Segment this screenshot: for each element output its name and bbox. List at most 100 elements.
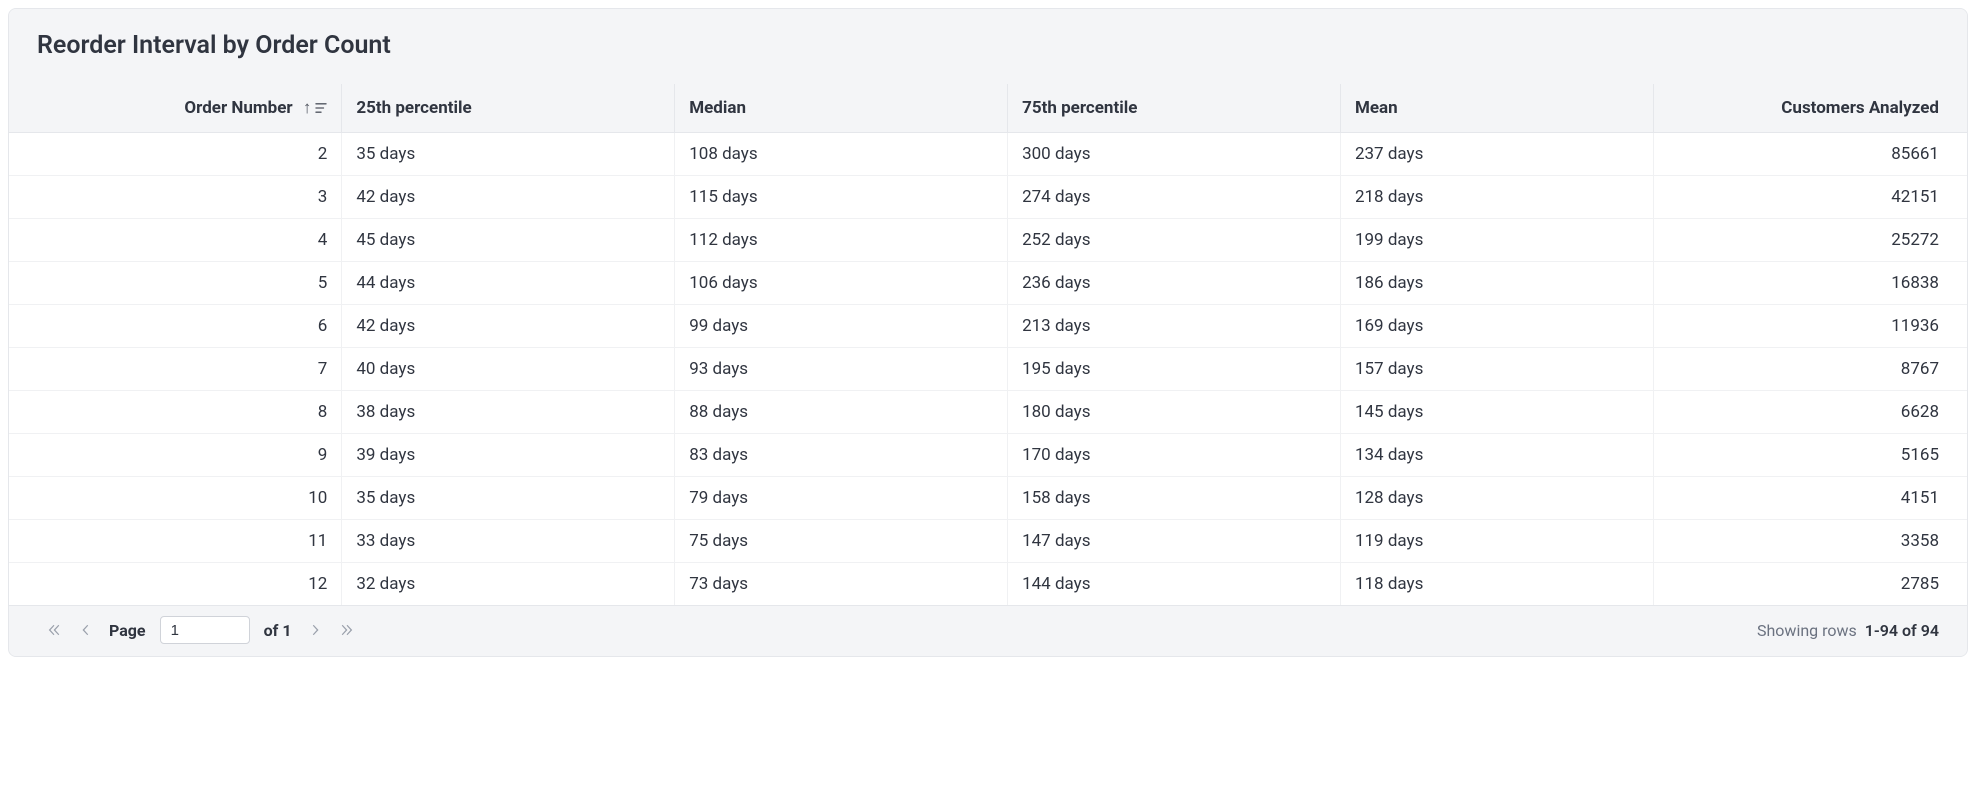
table-row[interactable]: 642 days99 days213 days169 days11936 [9,305,1967,348]
cell-customers: 5165 [1654,434,1967,477]
sort-asc-icon: ↑ [303,98,312,118]
col-header-label: 25th percentile [356,98,471,118]
cell-p75: 147 days [1008,520,1341,563]
sort-indicator: ↑ [303,98,328,118]
col-header-p25[interactable]: 25th percentile [342,84,675,133]
cell-p75: 274 days [1008,176,1341,219]
cell-median: 88 days [675,391,1008,434]
cell-p25: 45 days [342,219,675,262]
chevron-double-right-icon [340,623,354,637]
cell-median: 93 days [675,348,1008,391]
cell-customers: 8767 [1654,348,1967,391]
cell-p25: 35 days [342,477,675,520]
report-panel: Reorder Interval by Order Count Order Nu… [8,8,1968,657]
cell-p25: 44 days [342,262,675,305]
cell-median: 99 days [675,305,1008,348]
page-label: Page [109,621,146,640]
chevron-left-icon [79,623,93,637]
cell-p75: 213 days [1008,305,1341,348]
cell-order-number: 9 [9,434,342,477]
col-header-label: Order Number [184,98,292,118]
panel-header: Reorder Interval by Order Count [9,9,1967,84]
last-page-button[interactable] [338,621,356,639]
col-header-median[interactable]: Median [675,84,1008,133]
cell-order-number: 12 [9,563,342,606]
cell-mean: 169 days [1340,305,1653,348]
cell-mean: 119 days [1340,520,1653,563]
page-input[interactable] [160,616,250,644]
cell-customers: 11936 [1654,305,1967,348]
first-page-button[interactable] [45,621,63,639]
cell-order-number: 3 [9,176,342,219]
table-row[interactable]: 1232 days73 days144 days118 days2785 [9,563,1967,606]
cell-p25: 40 days [342,348,675,391]
cell-customers: 3358 [1654,520,1967,563]
cell-median: 112 days [675,219,1008,262]
table-row[interactable]: 740 days93 days195 days157 days8767 [9,348,1967,391]
col-header-label: Median [689,98,746,118]
cell-median: 115 days [675,176,1008,219]
showing-label: Showing rows [1757,621,1857,640]
table-row[interactable]: 1133 days75 days147 days119 days3358 [9,520,1967,563]
table-row[interactable]: 445 days112 days252 days199 days25272 [9,219,1967,262]
table-row[interactable]: 544 days106 days236 days186 days16838 [9,262,1967,305]
data-table: Order Number ↑ 25th percentile Median 75… [9,84,1967,605]
chevron-right-icon [308,623,322,637]
cell-customers: 16838 [1654,262,1967,305]
cell-order-number: 8 [9,391,342,434]
cell-p25: 35 days [342,133,675,176]
cell-order-number: 4 [9,219,342,262]
col-header-label: Customers Analyzed [1781,98,1939,118]
cell-p75: 252 days [1008,219,1341,262]
cell-p75: 300 days [1008,133,1341,176]
col-header-p75[interactable]: 75th percentile [1008,84,1341,133]
cell-mean: 218 days [1340,176,1653,219]
menu-icon [315,103,327,113]
cell-median: 79 days [675,477,1008,520]
cell-customers: 85661 [1654,133,1967,176]
page-of-label: of 1 [264,621,292,640]
cell-p25: 42 days [342,305,675,348]
prev-page-button[interactable] [77,621,95,639]
cell-order-number: 11 [9,520,342,563]
cell-mean: 128 days [1340,477,1653,520]
cell-mean: 186 days [1340,262,1653,305]
cell-p75: 144 days [1008,563,1341,606]
cell-median: 108 days [675,133,1008,176]
cell-p25: 39 days [342,434,675,477]
col-header-customers[interactable]: Customers Analyzed [1654,84,1967,133]
cell-p75: 158 days [1008,477,1341,520]
cell-p25: 42 days [342,176,675,219]
col-header-order-number[interactable]: Order Number ↑ [9,84,342,133]
cell-order-number: 7 [9,348,342,391]
cell-median: 75 days [675,520,1008,563]
table-footer: Page of 1 Showing rows 1-94 of 94 [9,605,1967,656]
table-row[interactable]: 838 days88 days180 days145 days6628 [9,391,1967,434]
showing-range: 1-94 of 94 [1865,621,1939,640]
panel-title: Reorder Interval by Order Count [37,31,1939,60]
col-header-mean[interactable]: Mean [1340,84,1653,133]
cell-mean: 157 days [1340,348,1653,391]
chevron-double-left-icon [47,623,61,637]
table-row[interactable]: 1035 days79 days158 days128 days4151 [9,477,1967,520]
cell-order-number: 5 [9,262,342,305]
table-header-row: Order Number ↑ 25th percentile Median 75… [9,84,1967,133]
cell-mean: 134 days [1340,434,1653,477]
pagination: Page of 1 [45,616,356,644]
table-row[interactable]: 342 days115 days274 days218 days42151 [9,176,1967,219]
cell-mean: 145 days [1340,391,1653,434]
table-row[interactable]: 235 days108 days300 days237 days85661 [9,133,1967,176]
cell-mean: 118 days [1340,563,1653,606]
cell-p25: 32 days [342,563,675,606]
cell-customers: 42151 [1654,176,1967,219]
next-page-button[interactable] [306,621,324,639]
cell-p75: 180 days [1008,391,1341,434]
table-row[interactable]: 939 days83 days170 days134 days5165 [9,434,1967,477]
cell-median: 83 days [675,434,1008,477]
cell-order-number: 6 [9,305,342,348]
cell-p75: 236 days [1008,262,1341,305]
cell-order-number: 10 [9,477,342,520]
cell-mean: 237 days [1340,133,1653,176]
cell-customers: 6628 [1654,391,1967,434]
cell-median: 73 days [675,563,1008,606]
